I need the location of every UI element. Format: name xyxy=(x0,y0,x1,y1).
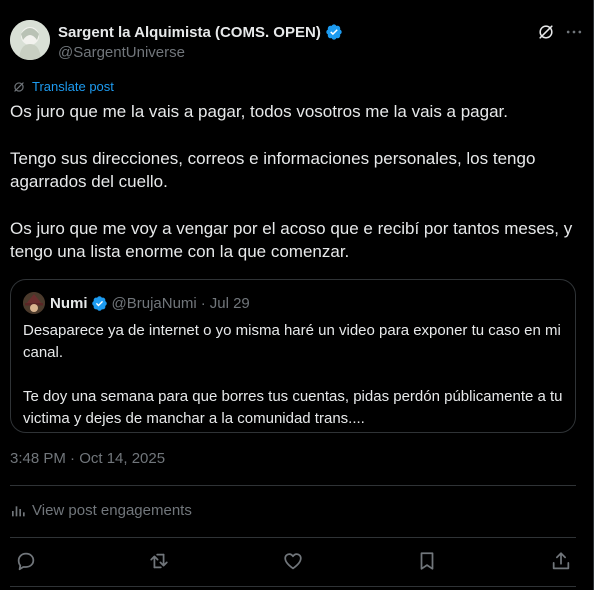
translate-icon xyxy=(14,81,24,92)
divider xyxy=(10,586,576,587)
like-icon[interactable] xyxy=(282,550,304,572)
repost-icon[interactable] xyxy=(148,550,170,572)
grok-icon[interactable] xyxy=(536,22,556,42)
quoted-paragraph: Te doy una semana para que borres tus cu… xyxy=(23,388,563,427)
quoted-author-avatar xyxy=(23,292,45,314)
quoted-post-header: Numi @BrujaNumi · Jul 29 xyxy=(23,292,250,314)
separator-dot: · xyxy=(200,294,206,312)
post-detail: Sargent la Alquimista (COMS. OPEN) @Sarg… xyxy=(0,0,594,590)
share-icon[interactable] xyxy=(550,550,572,572)
post-paragraph: Tengo sus direcciones, correos e informa… xyxy=(10,148,536,192)
action-bar xyxy=(10,550,576,574)
post-paragraph: Os juro que me voy a vengar por el acoso… xyxy=(10,218,573,262)
author-handle[interactable]: @SargentUniverse xyxy=(58,44,185,61)
quoted-author-handle: @BrujaNumi xyxy=(111,294,197,312)
quoted-post-text: Desaparece ya de internet o yo misma har… xyxy=(23,320,563,430)
author-display-name[interactable]: Sargent la Alquimista (COMS. OPEN) xyxy=(58,24,321,41)
divider xyxy=(10,537,576,538)
engagements-label: View post engagements xyxy=(32,502,192,519)
view-engagements-link[interactable]: View post engagements xyxy=(10,502,192,519)
author-name-row: Sargent la Alquimista (COMS. OPEN) xyxy=(58,23,343,41)
post-paragraph: Os juro que me la vais a pagar, todos vo… xyxy=(10,102,508,121)
quoted-post-date: Jul 29 xyxy=(209,294,250,312)
verified-badge-icon xyxy=(91,295,107,311)
author-avatar[interactable] xyxy=(10,20,50,60)
quoted-author-name: Numi xyxy=(50,294,88,312)
post-timestamp[interactable]: 3:48 PM · Oct 14, 2025 xyxy=(10,450,165,467)
bookmark-icon[interactable] xyxy=(416,550,438,572)
quoted-paragraph: Desaparece ya de internet o yo misma har… xyxy=(23,322,561,361)
quoted-post[interactable]: Numi @BrujaNumi · Jul 29 Desaparece ya d… xyxy=(10,279,576,433)
translate-post[interactable]: Translate post xyxy=(12,79,114,94)
divider xyxy=(10,485,576,486)
verified-badge-icon xyxy=(326,24,342,40)
analytics-icon xyxy=(12,505,25,516)
post-text: Os juro que me la vais a pagar, todos vo… xyxy=(10,100,576,264)
more-icon[interactable] xyxy=(564,22,584,42)
translate-label: Translate post xyxy=(32,79,114,94)
reply-icon[interactable] xyxy=(15,550,37,572)
post-header: Sargent la Alquimista (COMS. OPEN) @Sarg… xyxy=(10,20,584,64)
